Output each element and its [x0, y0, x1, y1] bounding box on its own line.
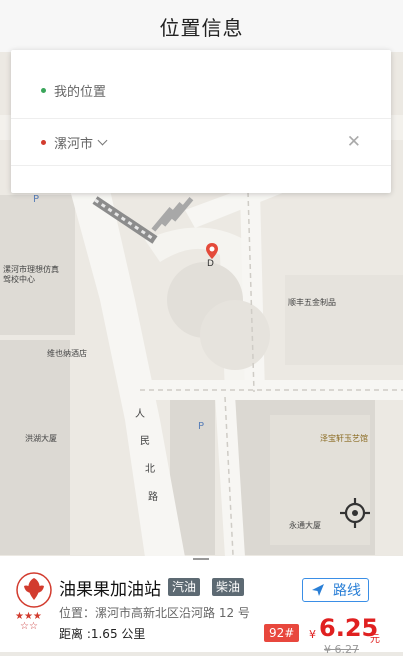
rating-stars-empty: ☆☆ — [20, 621, 38, 632]
route-label: 路线 — [333, 583, 361, 599]
drag-handle[interactable] — [193, 558, 209, 560]
fuel-tag: 柴油 — [212, 578, 245, 596]
old-price: ¥ 6.27 — [324, 643, 359, 656]
map-label: 洪湖大厦 — [25, 434, 57, 443]
route-button[interactable]: 路线 — [302, 578, 369, 602]
chevron-down-icon[interactable] — [97, 135, 108, 145]
location-card: 我的位置 漯河市 ✕ — [11, 50, 391, 193]
destination-dot-icon — [41, 139, 46, 145]
destination-row[interactable]: 漯河市 ✕ — [11, 118, 391, 166]
header-bar: 位置信息 — [0, 0, 403, 52]
station-address: 位置：漯河市高新北区沿河路 12 号 — [59, 606, 250, 620]
station-distance: 距离 :1.65 公里 — [59, 627, 146, 641]
currency-symbol: ¥ — [309, 628, 316, 641]
fuel-grade-badge: 92# — [264, 624, 300, 642]
road-label: 民 — [140, 436, 150, 447]
crosshair-icon — [340, 498, 370, 528]
destination-label: 漯河市 — [54, 136, 94, 152]
locate-me-button[interactable] — [338, 496, 372, 530]
station-logo-icon — [14, 570, 54, 610]
map-label: 永通大厦 — [289, 521, 321, 530]
close-icon[interactable]: ✕ — [347, 133, 361, 151]
map-label: 泽宝轩玉艺馆 — [320, 434, 368, 443]
fuel-tag: 汽油 — [168, 578, 201, 596]
origin-label: 我的位置 — [54, 84, 107, 100]
parking-icon: P — [198, 421, 205, 432]
page-title: 位置信息 — [159, 15, 244, 40]
origin-dot-icon — [41, 87, 46, 93]
price-unit: 元 — [370, 634, 380, 645]
road-label: 路 — [148, 492, 158, 503]
map-label: 维也纳酒店 — [47, 349, 87, 358]
navigation-arrow-icon — [312, 584, 324, 596]
road-label: 人 — [135, 409, 145, 420]
road-label: 北 — [145, 464, 155, 475]
map-label: 驾校中心 — [3, 275, 35, 284]
origin-row[interactable]: 我的位置 — [11, 65, 391, 115]
map-label: 顺丰五金制品 — [288, 298, 336, 307]
parking-icon: P — [33, 194, 40, 205]
pin-letter: D — [207, 259, 214, 269]
station-name: 油果果加油站 — [59, 580, 161, 600]
